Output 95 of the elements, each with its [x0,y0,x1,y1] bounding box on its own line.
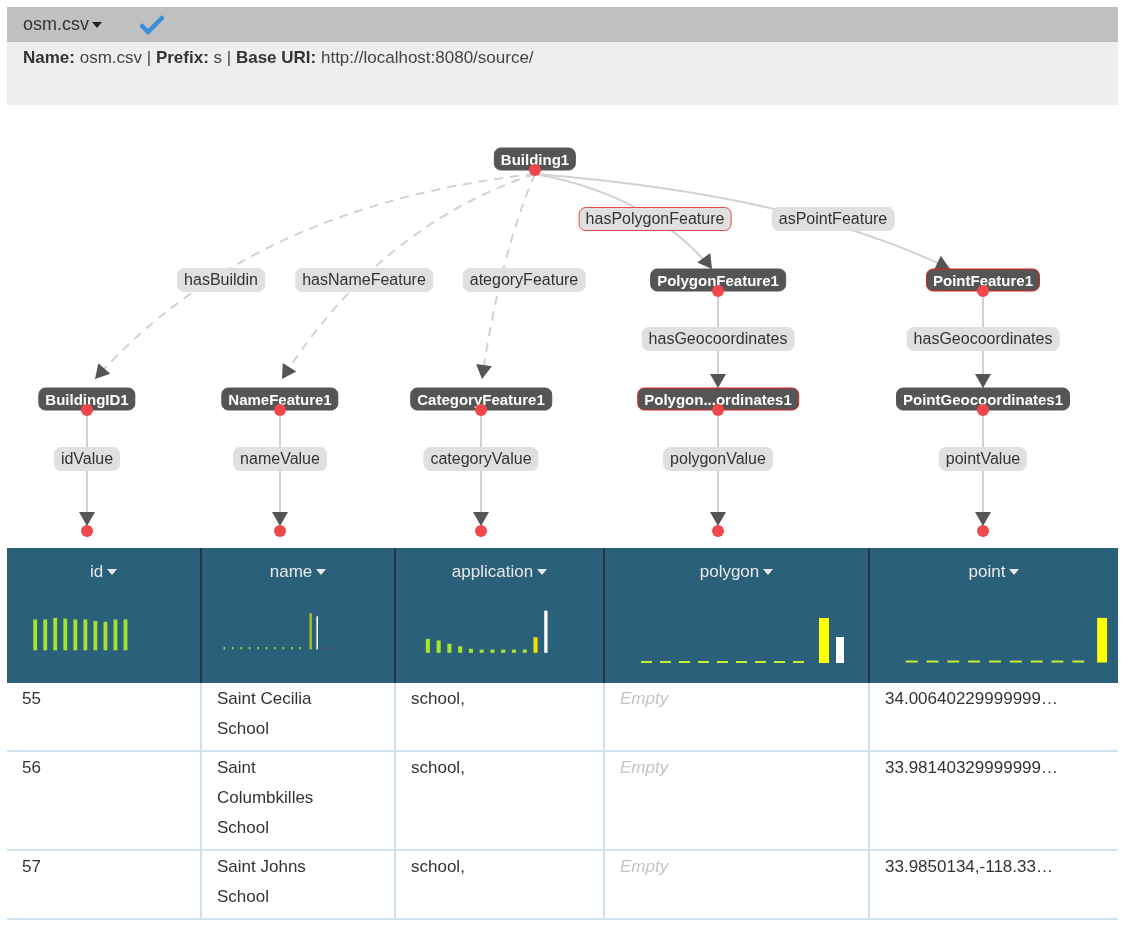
table-cell-text: Saint Cecilia School [217,688,313,740]
histogram-bar [425,638,430,653]
edge-label[interactable]: hasNameFeature [295,268,433,292]
source-menu[interactable]: osm.csv [23,14,102,35]
histogram-bar [113,619,118,651]
histogram-bar [905,660,918,663]
histogram-bar [926,660,939,663]
histogram-bar [522,649,527,653]
histogram-bar [223,647,226,650]
histogram-bar [819,618,829,663]
table-cell-text: 55 [22,688,41,710]
histogram-bar [544,610,548,653]
histogram-bar [533,637,538,653]
histogram-bar [1030,660,1043,663]
caret-icon [1009,569,1020,575]
histogram-bar [1009,660,1022,663]
table-cell-text: 56 [22,757,41,779]
table-cell-text: 57 [22,856,41,878]
port-dot[interactable] [274,404,286,416]
port-dot[interactable] [274,525,286,537]
table-cell-text: Empty [620,757,669,779]
caret-icon [107,569,118,575]
column-header[interactable]: polygon [699,562,774,582]
histogram-bar [436,640,441,653]
table-cell-text: school, [411,688,465,710]
port-dot[interactable] [977,285,989,297]
table-cell-text: Saint Columbkilles School [217,757,315,839]
port-dot[interactable] [81,525,93,537]
caret-icon [92,21,102,28]
caret-icon [316,569,327,575]
edge-label[interactable]: asPointFeature [771,207,895,231]
port-dot[interactable] [475,525,487,537]
column-header[interactable]: name [269,562,327,582]
table-cell-text: Saint Johns School [217,856,307,908]
histogram-bar [299,647,302,650]
histogram-bar [63,618,68,651]
graph-node[interactable]: BuildingID1 [38,387,136,411]
edge-label[interactable]: nameValue [233,447,327,471]
histogram-bar [989,660,1001,663]
column-header[interactable]: point [968,562,1020,582]
histogram-bar [93,621,98,651]
source-info: Name: osm.csv | Prefix: s | Base URI: http://localhost:8080/source/ [23,48,534,67]
histogram-bar [324,647,327,650]
table-cell-text: school, [411,856,465,878]
table-cell-text: 34.00640229999999… [885,688,1058,710]
histogram-bar [309,613,312,650]
histogram-bar [947,660,960,663]
checkmark-icon[interactable] [140,14,164,35]
histogram-bar [479,649,484,653]
histogram-bar [231,647,234,650]
histogram-bar [53,617,58,651]
histogram-bar [968,660,981,663]
histogram-bar [1072,660,1085,663]
histogram-bar [103,621,108,651]
table-cell-text: 33.98140329999999… [885,757,1058,779]
histogram-bar [248,647,251,650]
edge-label[interactable]: hasBuildin [177,268,265,292]
histogram-bar [282,647,285,650]
edge-label[interactable]: hasPolygonFeature [578,207,732,231]
port-dot[interactable] [712,525,724,537]
histogram-bar [511,649,517,653]
edge-label[interactable]: polygonValue [663,447,773,471]
column-header[interactable]: application [451,562,548,582]
caret-icon [763,569,774,575]
graph-node[interactable]: CategoryFeature1 [410,387,552,411]
histogram-bar [501,649,506,653]
caret-icon [537,569,548,575]
histogram-bar [1051,660,1064,663]
table-cell-text: 33.9850134,-118.33… [885,856,1053,878]
table-cell-text: school, [411,757,465,779]
table-cell-text: Empty [620,688,669,710]
graph-node[interactable]: Building1 [493,147,577,171]
column-header[interactable]: id [89,562,118,582]
histogram-bar [123,619,128,651]
histogram-bar [83,619,88,651]
histogram-bar [447,643,452,653]
edge-label[interactable]: pointValue [938,447,1028,471]
edge-label[interactable]: categoryValue [423,447,539,471]
histogram-bar [836,637,844,663]
histogram-bar [73,619,78,651]
histogram-bar [265,647,268,650]
table-cell-text: Empty [620,856,669,878]
histogram-bar [468,648,473,653]
port-dot[interactable] [977,525,989,537]
edge-label[interactable]: hasGeocoordinates [641,327,795,351]
histogram-bar [1097,617,1108,663]
histogram-bar [490,649,495,653]
histogram-bar [458,646,463,653]
histogram-bar [33,619,38,651]
graph-node[interactable]: NameFeature1 [221,387,339,411]
edge-label[interactable]: hasGeocoordinates [906,327,1060,351]
port-dot[interactable] [977,404,989,416]
edge-label[interactable]: ategoryFeature [462,268,586,292]
edge-label[interactable]: idValue [53,447,121,471]
histogram-bar [43,619,48,651]
